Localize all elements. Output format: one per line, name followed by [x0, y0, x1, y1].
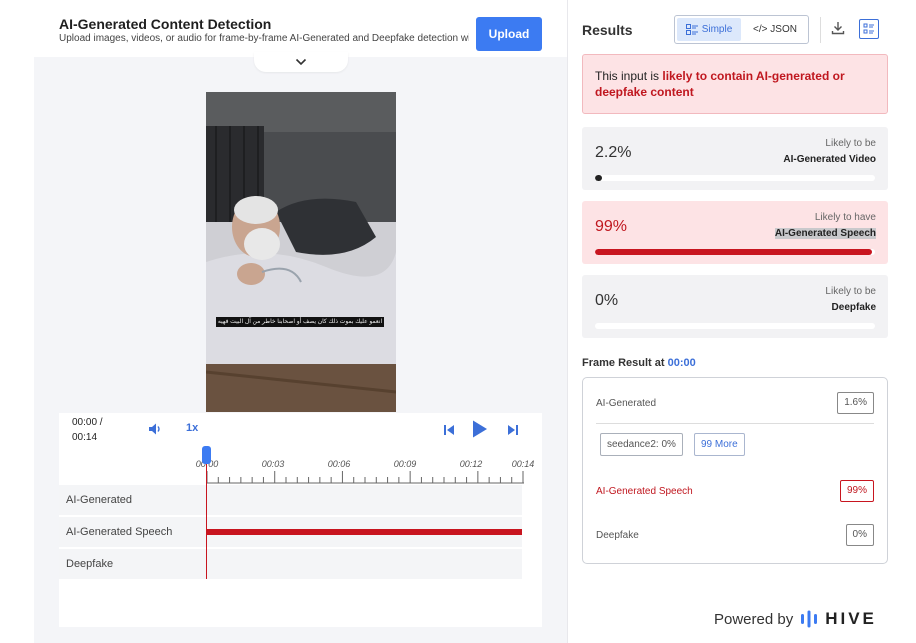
tick-label: 00:12 — [459, 459, 483, 469]
frame-value-deepfake: 0% — [845, 524, 874, 546]
timeline[interactable]: 00:00 00:03 00:06 00:09 00:12 00:14 AI-G… — [59, 445, 542, 627]
chevron-down-icon — [295, 58, 307, 66]
play-icon — [473, 420, 487, 438]
score-caption: Likely to have — [814, 212, 876, 223]
frame-result-label: Frame Result at — [582, 357, 668, 369]
skip-forward-icon — [508, 425, 518, 435]
media-player: 00:00 / 00:14 1x 00:00 00:03 00:06 00:09… — [59, 413, 542, 627]
score-percentage: 0% — [595, 292, 619, 309]
score-class-name: Deepfake — [831, 302, 876, 313]
score-bar-fill — [595, 249, 873, 255]
score-class-name: AI-Generated Video — [783, 154, 876, 165]
score-bar-fill — [595, 175, 602, 181]
playhead-handle[interactable] — [202, 446, 211, 464]
track-label: AI-Generated Speech — [66, 526, 173, 538]
list-view-icon — [685, 24, 698, 35]
layout-toggle-button[interactable] — [859, 19, 879, 39]
frame-value-ai-speech: 99% — [839, 480, 874, 502]
frame-result-heading: Frame Result at 00:00 — [582, 357, 696, 369]
page-title: AI-Generated Content Detection — [59, 16, 272, 32]
track-row-ai-generated: AI-Generated — [59, 485, 522, 515]
tick-label: 00:03 — [261, 459, 285, 469]
more-models-button[interactable]: 99 More — [694, 433, 745, 456]
layout-icon — [863, 23, 874, 34]
skip-back-icon — [444, 425, 454, 435]
play-button[interactable] — [471, 419, 489, 444]
frame-class-deepfake: Deepfake — [596, 530, 639, 541]
score-bar-track — [595, 249, 875, 255]
download-button[interactable] — [831, 21, 845, 40]
video-frame-image — [206, 92, 396, 412]
track-label: AI-Generated — [66, 494, 133, 506]
score-caption: Likely to be — [825, 286, 876, 297]
tick-label: 00:14 — [511, 459, 535, 469]
tick-label: 00:06 — [327, 459, 351, 469]
frame-result-time: 00:00 — [667, 357, 696, 369]
frame-value-ai-generated: 1.6% — [837, 392, 874, 414]
playback-speed-button[interactable]: 1x — [186, 422, 198, 434]
view-toggle: Simple </> JSON — [674, 15, 809, 44]
score-card-deepfake: 0% Likely to be Deepfake — [582, 275, 888, 338]
skip-back-button[interactable] — [443, 423, 455, 441]
score-percentage: 2.2% — [595, 144, 632, 161]
volume-button[interactable] — [148, 422, 162, 441]
score-caption: Likely to be — [825, 138, 876, 149]
time-ruler[interactable]: 00:00 00:03 00:06 00:09 00:12 00:14 — [196, 453, 534, 485]
volume-icon — [149, 423, 160, 435]
powered-by-label: Powered by — [714, 610, 794, 628]
frame-class-ai-generated: AI-Generated — [596, 398, 657, 409]
powered-by-footer: Powered by HIVE — [714, 609, 877, 629]
skip-forward-button[interactable] — [507, 423, 519, 441]
verdict-prefix: This input is — [595, 69, 663, 83]
playhead-line — [206, 453, 207, 579]
score-bar-track — [595, 323, 875, 329]
hive-logo-icon — [801, 610, 818, 628]
page-header: AI-Generated Content Detection Upload im… — [0, 0, 567, 57]
duration: 00:14 — [72, 432, 98, 443]
track-row-deepfake: Deepfake — [59, 549, 522, 579]
toolbar-divider — [820, 17, 821, 43]
score-card-ai-speech: 99% Likely to have AI-Generated Speech — [582, 201, 888, 264]
collapse-header-button[interactable] — [254, 52, 348, 72]
video-preview[interactable]: انعمو عليك بموت ذلك كان يصف أو اصحابنا خ… — [206, 92, 396, 412]
score-card-ai-video: 2.2% Likely to be AI-Generated Video — [582, 127, 888, 190]
track-row-ai-speech: AI-Generated Speech — [59, 517, 522, 547]
results-panel: Results Simple </> JSON This input is li… — [567, 0, 916, 643]
view-simple-button[interactable]: Simple — [677, 18, 741, 41]
view-json-button[interactable]: </> JSON — [743, 18, 807, 41]
video-caption: انعمو عليك بموت ذلك كان يصف أو اصحابنا خ… — [216, 317, 384, 327]
score-percentage: 99% — [595, 218, 628, 235]
verdict-text: This input is likely to contain AI-gener… — [595, 68, 880, 100]
ruler-ticks — [206, 471, 524, 484]
left-panel: AI-Generated Content Detection Upload im… — [0, 0, 567, 643]
results-title: Results — [582, 22, 633, 38]
current-time: 00:00 / — [72, 417, 103, 428]
track-label: Deepfake — [66, 558, 114, 570]
frame-class-ai-speech: AI-Generated Speech — [596, 486, 693, 497]
model-chip: seedance2: 0% — [600, 433, 683, 456]
page-subtitle: Upload images, videos, or audio for fram… — [59, 33, 469, 44]
verdict-alert: This input is likely to contain AI-gener… — [582, 54, 888, 114]
frame-divider — [596, 423, 874, 424]
download-icon — [831, 22, 845, 35]
score-class-name: AI-Generated Speech — [774, 228, 876, 239]
upload-button[interactable]: Upload — [476, 17, 542, 51]
score-bar-track — [595, 175, 875, 181]
player-controls: 00:00 / 00:14 1x — [59, 413, 542, 445]
app-root: AI-Generated Content Detection Upload im… — [0, 0, 916, 643]
view-simple-label: Simple — [701, 24, 733, 35]
time-display: 00:00 / 00:14 — [72, 415, 103, 445]
brand-name: HIVE — [825, 609, 877, 628]
frame-result-box: AI-Generated 1.6% seedance2: 0% 99 More … — [582, 377, 888, 564]
speech-detection-bar — [207, 529, 522, 535]
tick-label: 00:09 — [393, 459, 417, 469]
